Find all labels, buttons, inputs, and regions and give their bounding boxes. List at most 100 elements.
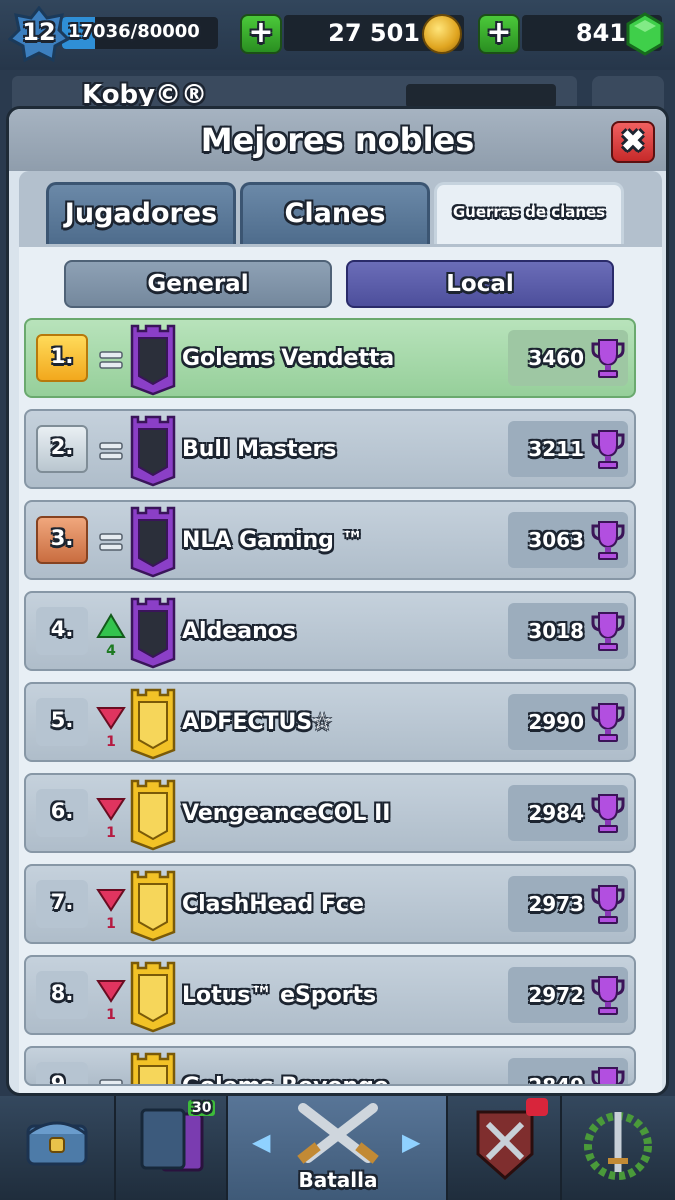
clan-score: 2849 — [528, 1074, 584, 1086]
cards-icon — [140, 1108, 204, 1172]
trophy-icon — [591, 703, 625, 742]
no-change-icon — [99, 442, 123, 460]
trophy-icon — [591, 885, 625, 924]
subtab-label: Local — [446, 271, 514, 297]
nav-shop[interactable] — [0, 1096, 116, 1200]
rank-number: 8. — [50, 981, 74, 1005]
trophy-icon — [591, 521, 625, 560]
rank-number: 7. — [50, 890, 74, 914]
rank-change-value: 1 — [106, 916, 116, 932]
clan-icon — [476, 1110, 534, 1181]
rank-number: 5. — [50, 708, 74, 732]
clan-badge-icon — [130, 324, 176, 396]
clan-score: 2990 — [528, 710, 584, 734]
rank-change-value: 1 — [106, 1007, 116, 1023]
clan-row[interactable]: 4. 4 Aldeanos 3018 — [24, 591, 636, 671]
cards-notification-badge: 30 — [188, 1100, 216, 1116]
level-number: 12 — [22, 18, 56, 46]
tab-label: Guerras de clanes — [452, 203, 606, 221]
clan-name: ADFECTUS☆ — [182, 710, 332, 735]
rank-number: 2. — [50, 435, 74, 459]
tab-label: Jugadores — [64, 198, 218, 229]
clan-score: 3211 — [528, 437, 584, 461]
subtab-label: General — [147, 271, 249, 297]
clan-row[interactable]: 1. Golems Vendetta 3460 — [24, 318, 636, 398]
subtab-general[interactable]: General — [64, 260, 332, 308]
plus-icon: + — [248, 15, 274, 50]
tab-guerras-de-clanes[interactable]: Guerras de clanes — [434, 182, 624, 244]
trophy-icon — [591, 794, 625, 833]
clan-name: Golems Vendetta — [182, 346, 395, 371]
gem-icon — [626, 12, 664, 56]
clan-row[interactable]: 6. 1 VengeanceCOL II 2984 — [24, 773, 636, 853]
clan-badge-icon — [130, 415, 176, 487]
clan-row[interactable]: 7. 1 ClashHead Fce 2973 — [24, 864, 636, 944]
arrow-right-icon[interactable]: ▶ — [402, 1128, 420, 1156]
rank-number: 4. — [50, 617, 74, 641]
clan-notification-dot — [526, 1098, 548, 1116]
rank-change-value: 1 — [106, 734, 116, 750]
clan-badge-icon — [130, 688, 176, 760]
no-change-icon — [99, 533, 123, 551]
plus-icon: + — [486, 15, 512, 50]
buy-gold-button[interactable]: + — [240, 14, 282, 54]
level-badge[interactable]: 12 — [8, 6, 70, 62]
rank-change-value: 4 — [106, 643, 116, 659]
clan-score: 3063 — [528, 528, 584, 552]
gold-amount: 27 501 — [328, 19, 420, 47]
clan-row[interactable]: 5. 1 ADFECTUS☆ 2990 — [24, 682, 636, 762]
clan-name: Aldeanos — [182, 619, 296, 644]
modal-header: Mejores nobles ✖ — [9, 109, 666, 171]
nav-battle-label: Batalla — [298, 1168, 378, 1192]
clan-row[interactable]: 2. Bull Masters 3211 — [24, 409, 636, 489]
clan-badge-icon — [130, 779, 176, 851]
chest-icon — [26, 1121, 88, 1166]
clan-badge-icon — [130, 870, 176, 942]
clan-badge-icon — [130, 961, 176, 1033]
clan-name: Lotus™ eSports — [182, 983, 377, 1008]
no-change-icon — [99, 351, 123, 369]
nav-clan[interactable] — [448, 1096, 562, 1200]
clan-row[interactable]: 3. NLA Gaming ™ 3063 — [24, 500, 636, 580]
clan-score: 2972 — [528, 983, 584, 1007]
clan-row[interactable]: 8. 1 Lotus™ eSports 2972 — [24, 955, 636, 1035]
clan-score: 3460 — [528, 346, 584, 370]
tab-clanes[interactable]: Clanes — [240, 182, 430, 244]
tournament-icon — [584, 1112, 652, 1180]
tab-jugadores[interactable]: Jugadores — [46, 182, 236, 244]
tab-label: Clanes — [284, 198, 386, 229]
clan-name: Bull Masters — [182, 437, 337, 462]
no-change-icon — [99, 1079, 123, 1084]
clan-name: ClashHead Fce — [182, 892, 364, 917]
gem-amount: 841 — [575, 19, 626, 47]
coin-icon — [422, 14, 462, 54]
rank-number: 1. — [50, 344, 74, 368]
subtab-local[interactable]: Local — [346, 260, 614, 308]
buy-gems-button[interactable]: + — [478, 14, 520, 54]
xp-text: 17036/80000 — [68, 21, 200, 42]
xp-bar: 17036/80000 — [62, 17, 218, 49]
arrow-left-icon[interactable]: ◀ — [252, 1128, 270, 1156]
clan-badge-icon — [130, 1052, 176, 1084]
rank-change-value: 1 — [106, 825, 116, 841]
trophy-icon — [406, 84, 556, 108]
clan-score: 2973 — [528, 892, 584, 916]
trophy-icon — [591, 1067, 625, 1084]
trophy-icon — [591, 339, 625, 378]
rank-number: 6. — [50, 799, 74, 823]
clan-score: 3018 — [528, 619, 584, 643]
nav-tournaments[interactable] — [562, 1096, 675, 1200]
rank-number: 9. — [50, 1072, 74, 1086]
close-button[interactable]: ✖ — [611, 121, 655, 163]
rank-number: 3. — [50, 526, 74, 550]
trophy-icon — [591, 612, 625, 651]
trophy-icon — [591, 430, 625, 469]
modal-title: Mejores nobles — [200, 121, 475, 159]
clan-score: 2984 — [528, 801, 584, 825]
close-icon: ✖ — [620, 124, 646, 159]
nav-cards[interactable]: 30 — [116, 1096, 228, 1200]
clan-badge-icon — [130, 506, 176, 578]
clan-badge-icon — [130, 597, 176, 669]
clan-name: Golems Revenge — [182, 1074, 389, 1084]
clan-row[interactable]: 9. Golems Revenge 2849 — [24, 1046, 636, 1086]
